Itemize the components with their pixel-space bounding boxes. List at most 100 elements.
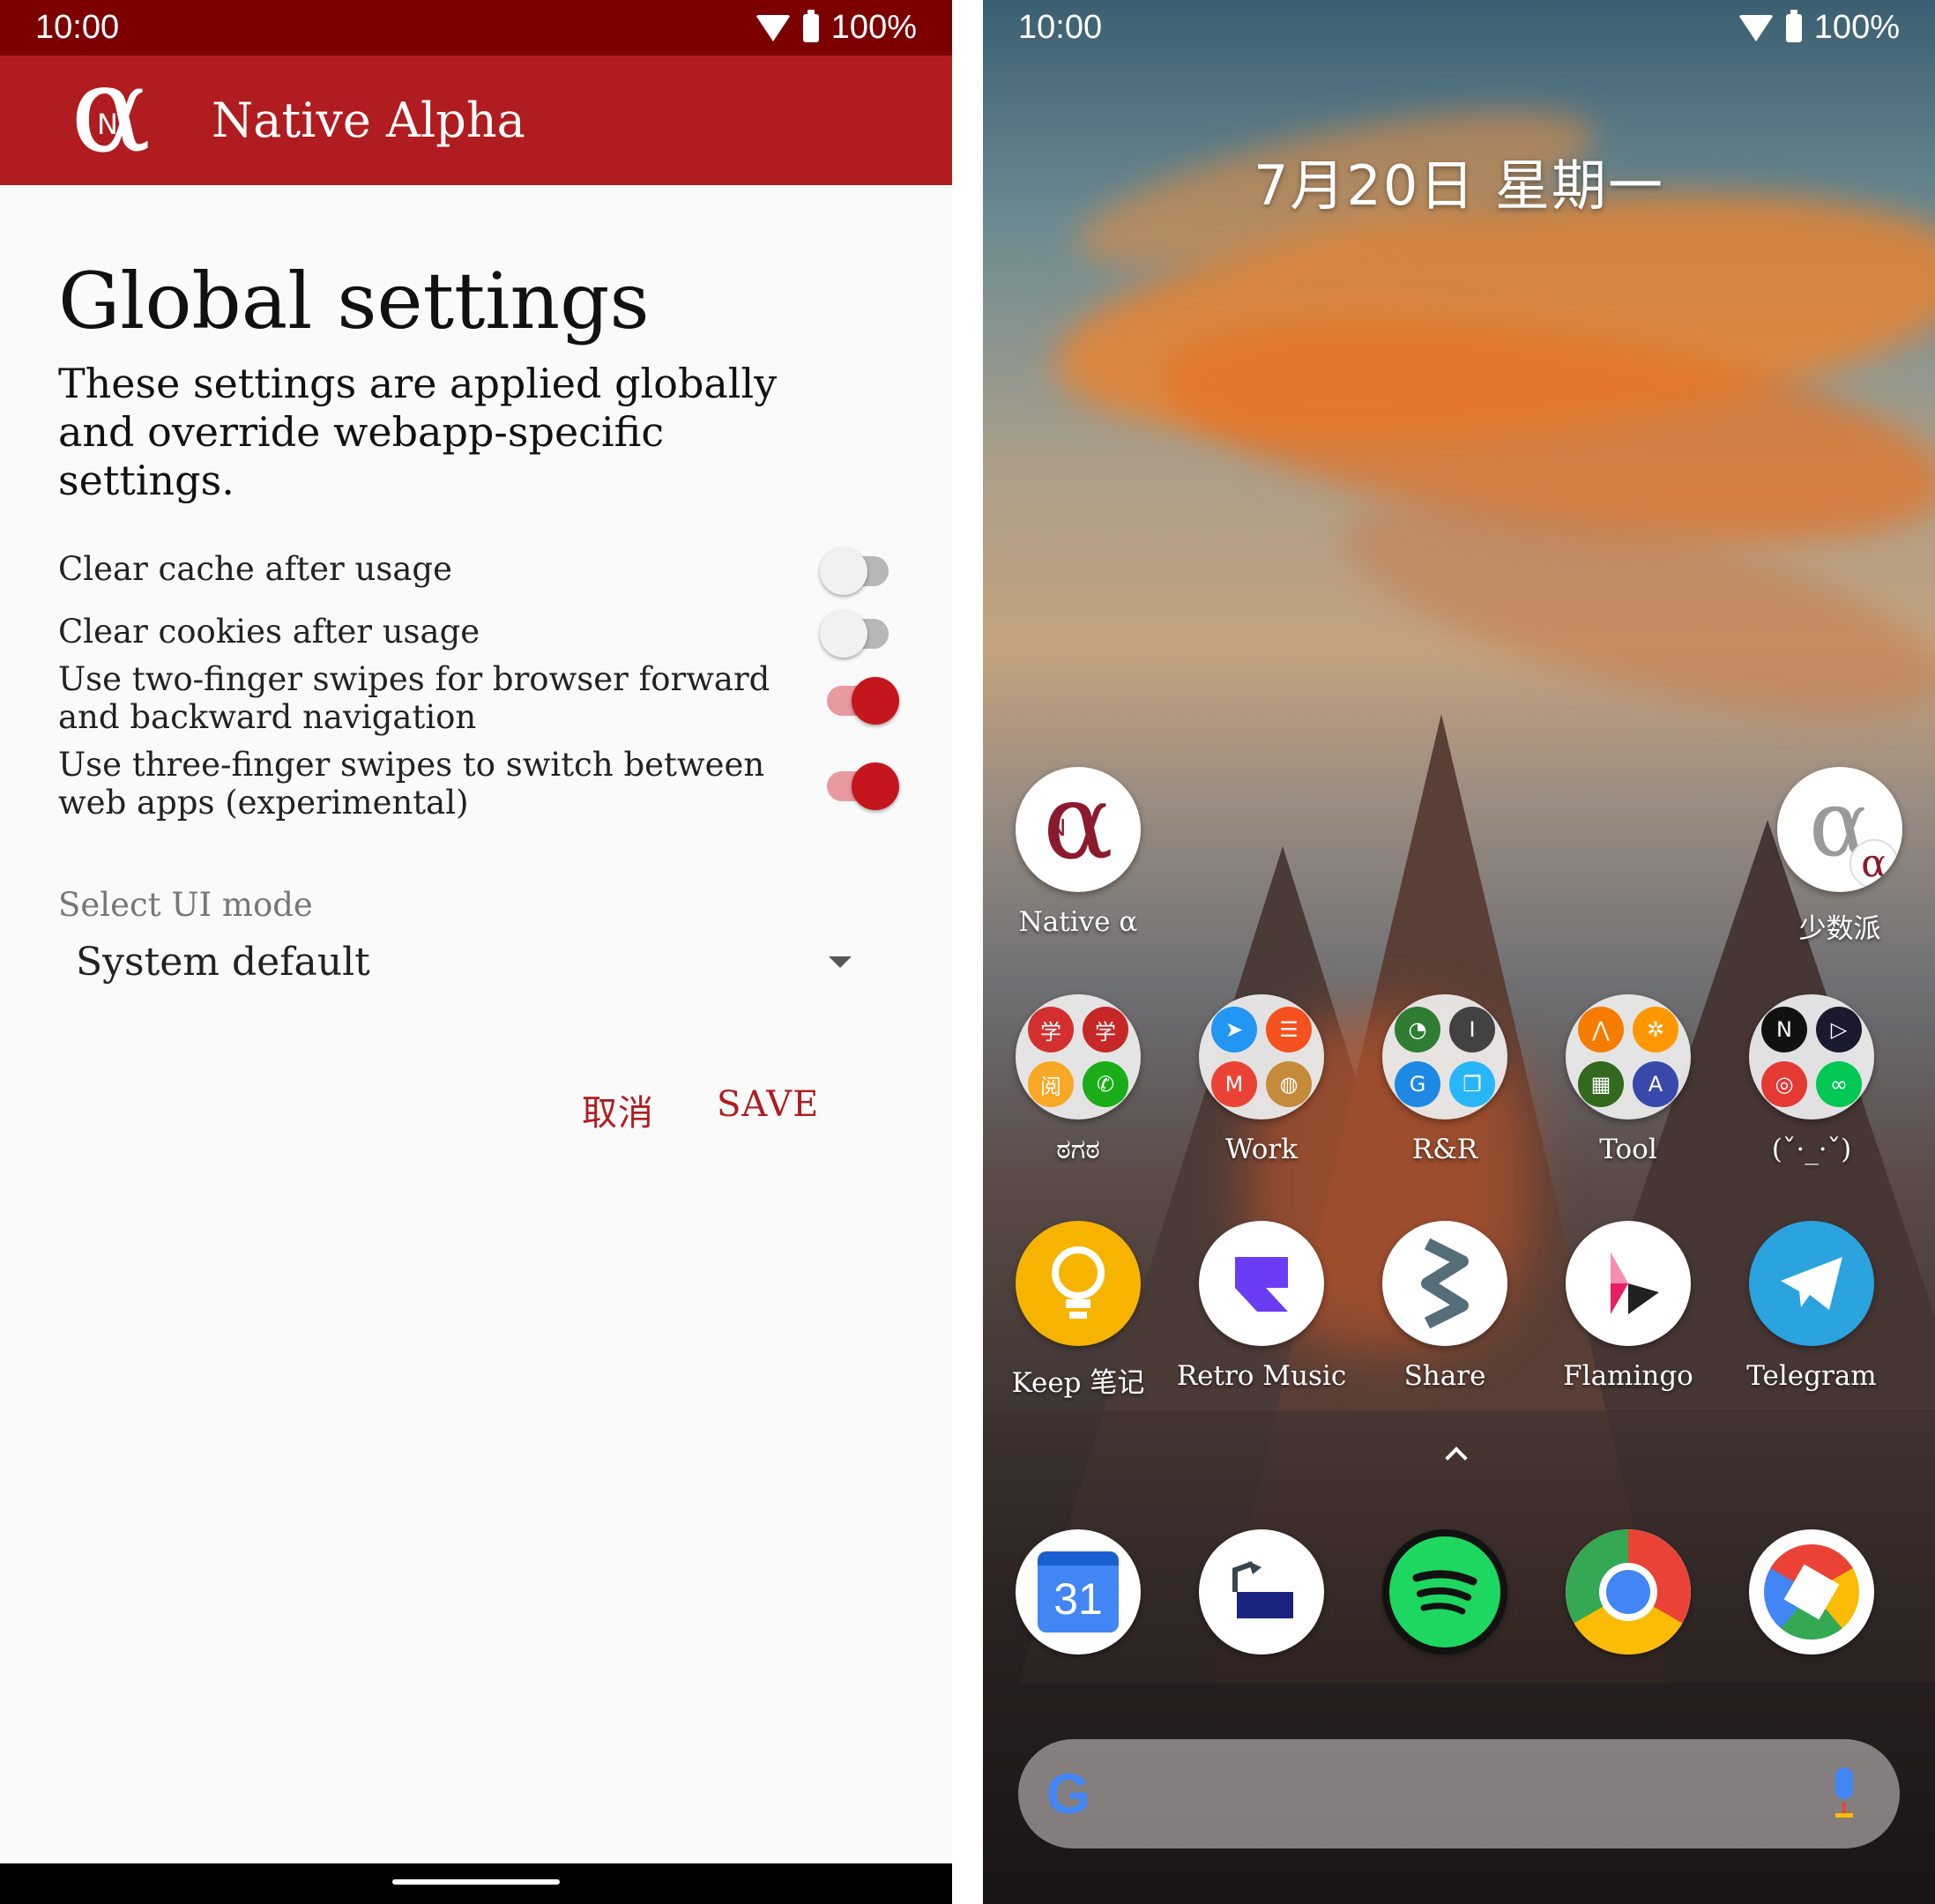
folder-icon: N ▷ ◎ ∞ (1749, 994, 1874, 1119)
mic-icon[interactable] (1833, 1767, 1856, 1820)
window-icon: ❐ (1449, 1061, 1495, 1107)
app-bar: α N Native Alpha (0, 50, 952, 185)
keep-icon (1016, 1221, 1141, 1346)
two-finger-swipes-switch[interactable] (820, 672, 899, 725)
app-label: Retro Music (1176, 1360, 1347, 1392)
desk-lamp-icon (1199, 1529, 1324, 1655)
video-app-icon: ▷ (1816, 1007, 1862, 1052)
setting-three-finger-swipes[interactable]: Use three-finger swipes to switch betwee… (58, 746, 940, 822)
status-time: 10:00 (1018, 9, 1103, 46)
wifi-icon (1738, 14, 1774, 41)
acorn-icon: ◍ (1266, 1061, 1312, 1107)
google-news-icon: G (1395, 1061, 1440, 1107)
gesture-handle[interactable] (392, 1879, 560, 1885)
reading-app-icon: 阅 (1028, 1061, 1074, 1107)
cancel-button[interactable]: 取消 (582, 1084, 654, 1135)
calendar-date: 31 (1038, 1551, 1119, 1633)
app-label: Native α (1018, 906, 1138, 938)
dock-desk[interactable] (1173, 1529, 1350, 1655)
study-app-icon: 学 (1028, 1007, 1074, 1052)
dock-spotify[interactable] (1357, 1529, 1533, 1655)
folder-icon: ➤ ☰ M ◍ (1199, 994, 1324, 1119)
spotify-icon (1382, 1529, 1507, 1655)
folder-label: Tool (1599, 1134, 1657, 1165)
font-app-icon: A (1633, 1061, 1678, 1107)
app-retro-music[interactable]: Retro Music (1173, 1221, 1350, 1392)
page-title: Global settings (58, 256, 650, 346)
page-description: These settings are applied globally and … (58, 360, 778, 504)
app-label: Telegram (1746, 1360, 1877, 1392)
ui-mode-value: System default (76, 939, 370, 985)
study-app-icon: 学 (1083, 1007, 1128, 1052)
settings-gear-icon: ✲ (1633, 1007, 1678, 1052)
gmail-icon: M (1211, 1061, 1257, 1107)
folder-label: Work (1224, 1134, 1299, 1165)
app-label: Share (1403, 1360, 1486, 1392)
dock-camera[interactable] (1723, 1529, 1900, 1655)
battery-icon (802, 9, 819, 42)
setting-label: Use three-finger swipes to switch betwee… (58, 746, 765, 822)
google-logo-icon: G (1046, 1762, 1090, 1826)
save-button[interactable]: SAVE (717, 1084, 819, 1125)
ui-mode-label: Select UI mode (58, 886, 313, 924)
setting-two-finger-swipes[interactable]: Use two-finger swipes for browser forwar… (58, 660, 940, 736)
tool-app-icon: ⋀ (1578, 1007, 1624, 1052)
app-label: 少数派 (1798, 913, 1881, 945)
dock-chrome[interactable] (1540, 1529, 1716, 1655)
camera-icon (1749, 1529, 1874, 1655)
status-bar: 10:00 100% (983, 0, 1935, 56)
setting-clear-cache[interactable]: Clear cache after usage (58, 542, 940, 595)
app-flamingo[interactable]: Flamingo (1540, 1221, 1716, 1392)
clear-cookies-switch[interactable] (820, 605, 896, 658)
battery-icon (1785, 9, 1802, 42)
share-icon (1382, 1221, 1507, 1346)
instapaper-icon: I (1449, 1007, 1495, 1052)
calendar-icon: 31 (1016, 1529, 1141, 1655)
battery-percent: 100% (1813, 9, 1900, 46)
dock-calendar[interactable]: 31 (990, 1529, 1166, 1655)
app-keep[interactable]: Keep 笔记 (990, 1221, 1166, 1400)
folder-label: ಠಗಠ (1056, 1134, 1100, 1165)
badge-alpha-icon: α (1849, 839, 1899, 889)
setting-label: Clear cache after usage (58, 549, 452, 588)
clear-cache-switch[interactable] (820, 542, 896, 595)
infinity-app-icon: ∞ (1816, 1061, 1862, 1107)
folder-kannada[interactable]: 学 学 阅 ✆ ಠಗಠ (990, 994, 1166, 1166)
folder-emoticon[interactable]: N ▷ ◎ ∞ (ˇ·_·ˇ) (1723, 994, 1900, 1165)
app-share[interactable]: Share (1357, 1221, 1533, 1392)
native-alpha-icon: αN (1016, 767, 1141, 892)
ui-mode-dropdown[interactable]: System default (58, 933, 869, 991)
app-telegram[interactable]: Telegram (1723, 1221, 1900, 1392)
navigation-bar (0, 1863, 952, 1904)
battery-percent: 100% (830, 9, 917, 46)
app-native-alpha[interactable]: αN Native α (990, 767, 1166, 938)
pixel-app-icon: ▦ (1578, 1061, 1624, 1107)
folder-icon: ◔ I G ❐ (1382, 994, 1507, 1119)
three-finger-swipes-switch[interactable] (820, 757, 899, 810)
feed-icon: ◔ (1395, 1007, 1440, 1052)
folder-work[interactable]: ➤ ☰ M ◍ Work (1173, 994, 1350, 1165)
app-label: Keep 笔记 (1011, 1367, 1145, 1399)
sspai-alpha-icon: α α (1777, 767, 1902, 892)
google-search-bar[interactable]: G (1018, 1739, 1900, 1848)
folder-label: R&R (1411, 1134, 1478, 1165)
home-screen: 10:00 100% 7月20日 星期一 αN Native α α α 少数派… (983, 0, 1935, 1904)
settings-screen: 10:00 100% α N Native Alpha Global setti… (0, 0, 952, 1904)
wechat-icon: ✆ (1083, 1061, 1128, 1107)
setting-clear-cookies[interactable]: Clear cookies after usage (58, 605, 940, 658)
folder-icon: 学 学 阅 ✆ (1016, 994, 1141, 1119)
wifi-icon (755, 14, 791, 41)
app-title: Native Alpha (212, 93, 525, 148)
chrome-icon (1566, 1529, 1691, 1655)
app-label: Flamingo (1563, 1360, 1693, 1392)
send-icon: ➤ (1211, 1007, 1257, 1052)
app-sspai[interactable]: α α 少数派 (1752, 767, 1928, 946)
podcast-icon: ◎ (1761, 1061, 1807, 1107)
folder-rr[interactable]: ◔ I G ❐ R&R (1357, 994, 1533, 1165)
date-widget[interactable]: 7月20日 星期一 (983, 141, 1935, 220)
notes-icon: ☰ (1266, 1007, 1312, 1052)
folder-icon: ⋀ ✲ ▦ A (1566, 994, 1691, 1119)
flamingo-icon (1566, 1221, 1691, 1346)
folder-tool[interactable]: ⋀ ✲ ▦ A Tool (1540, 994, 1716, 1165)
retro-music-icon (1199, 1221, 1324, 1346)
